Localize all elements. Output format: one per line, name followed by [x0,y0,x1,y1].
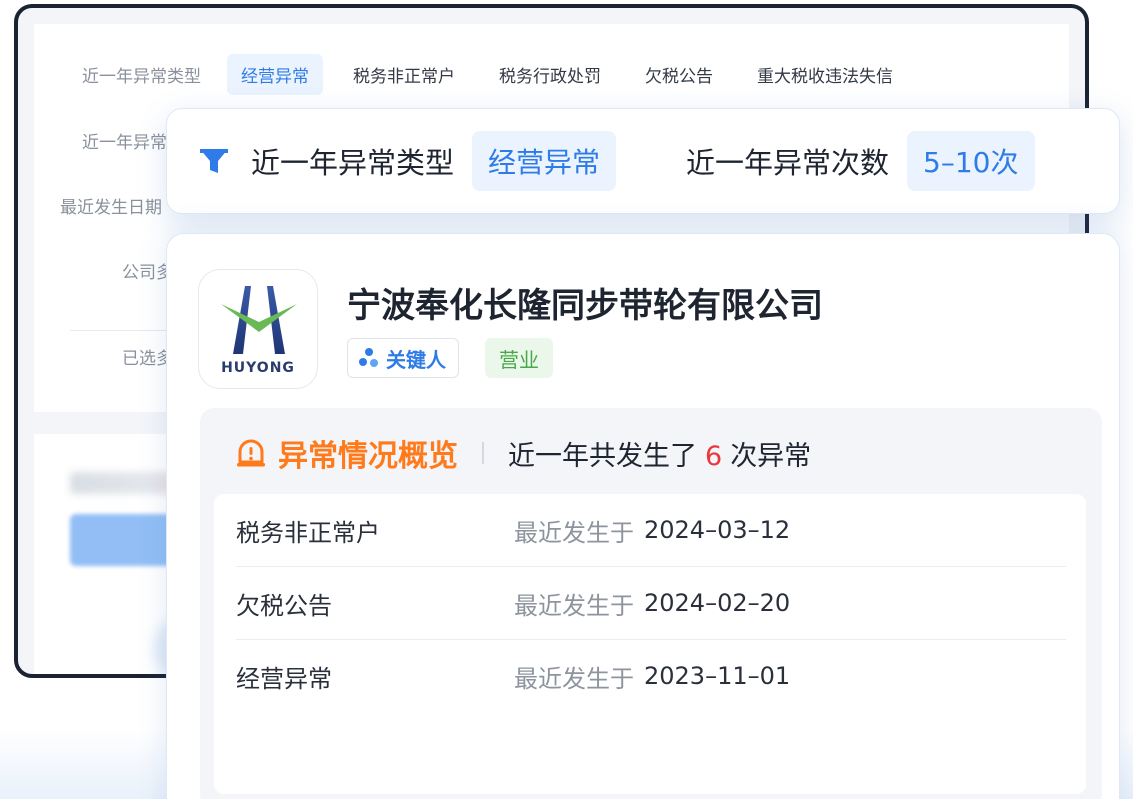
back-tab-business-anomaly[interactable]: 经营异常 [227,54,323,95]
anomaly-row[interactable]: 经营异常 最近发生于 2023–11–01 [236,640,1066,712]
anomaly-row[interactable]: 欠税公告 最近发生于 2024–02–20 [236,567,1066,639]
anomaly-row-date: 2024–03–12 [644,516,791,544]
filter-bar: 近一年异常类型 经营异常 近一年异常次数 5–10次 [166,108,1120,214]
stage: 近一年异常类型 经营异常 税务非正常户 税务行政处罚 欠税公告 重大税收违法失信… [0,0,1133,799]
anomaly-row-prefix: 最近发生于 [514,518,634,547]
company-logo: HUYONG [198,269,318,389]
filter-type-chip[interactable]: 经营异常 [472,131,617,191]
anomaly-row-name: 经营异常 [236,664,332,693]
back-filter-tabs: 近一年异常类型 经营异常 税务非正常户 税务行政处罚 欠税公告 重大税收违法失信 [64,54,923,95]
anomaly-row-date: 2023–11–01 [644,662,791,690]
back-filter-label: 近一年异常类型 [82,67,201,87]
anomaly-list: 税务非正常户 最近发生于 2024–03–12 欠税公告 最近发生于 2024–… [214,494,1086,794]
filter-count-label: 近一年异常次数 [686,146,890,180]
people-icon [359,348,378,367]
filter-count-chip[interactable]: 5–10次 [907,131,1035,191]
anomaly-summary-prefix: 近一年共发生了 [508,440,697,472]
anomaly-panel: 异常情况概览 近一年共发生了 6 次异常 税务非正常户 最近发生于 2024–03–… [200,408,1102,799]
anomaly-row-name: 欠税公告 [236,591,332,620]
company-name[interactable]: 宁波奉化长隆同步带轮有限公司 [347,278,823,327]
anomaly-summary: 近一年共发生了 6 次异常 [508,434,811,473]
filter-type-label: 近一年异常类型 [251,146,455,180]
company-logo-mark [221,286,297,354]
status-badge: 营业 [485,338,553,378]
back-tab-tax-arrears[interactable]: 欠税公告 [631,54,727,95]
back-date-label: 最近发生日期 [60,198,162,218]
anomaly-summary-suffix: 次异常 [730,440,812,472]
back-tab-tax-violation[interactable]: 重大税收违法失信 [743,54,907,95]
company-logo-text: HUYONG [221,360,295,376]
anomaly-title: 异常情况概览 [278,439,458,474]
anomaly-header: 异常情况概览 近一年共发生了 6 次异常 [234,430,811,476]
anomaly-summary-count: 6 [705,440,723,472]
anomaly-row-name: 税务非正常户 [236,518,380,547]
anomaly-header-divider [482,442,484,464]
anomaly-row-prefix: 最近发生于 [514,664,634,693]
company-card[interactable]: HUYONG 宁波奉化长隆同步带轮有限公司 关键人 营业 异常情况概览 近一年共… [166,233,1120,799]
anomaly-row-date: 2024–02–20 [644,589,791,617]
anomaly-row-prefix: 最近发生于 [514,591,634,620]
funnel-icon [200,149,228,173]
back-tab-tax-penalty[interactable]: 税务行政处罚 [485,54,615,95]
anomaly-row[interactable]: 税务非正常户 最近发生于 2024–03–12 [236,494,1066,566]
key-person-tag[interactable]: 关键人 [347,338,459,378]
key-person-label: 关键人 [386,347,446,372]
alert-icon [237,439,265,467]
back-tab-tax-abnormal[interactable]: 税务非正常户 [339,54,469,95]
